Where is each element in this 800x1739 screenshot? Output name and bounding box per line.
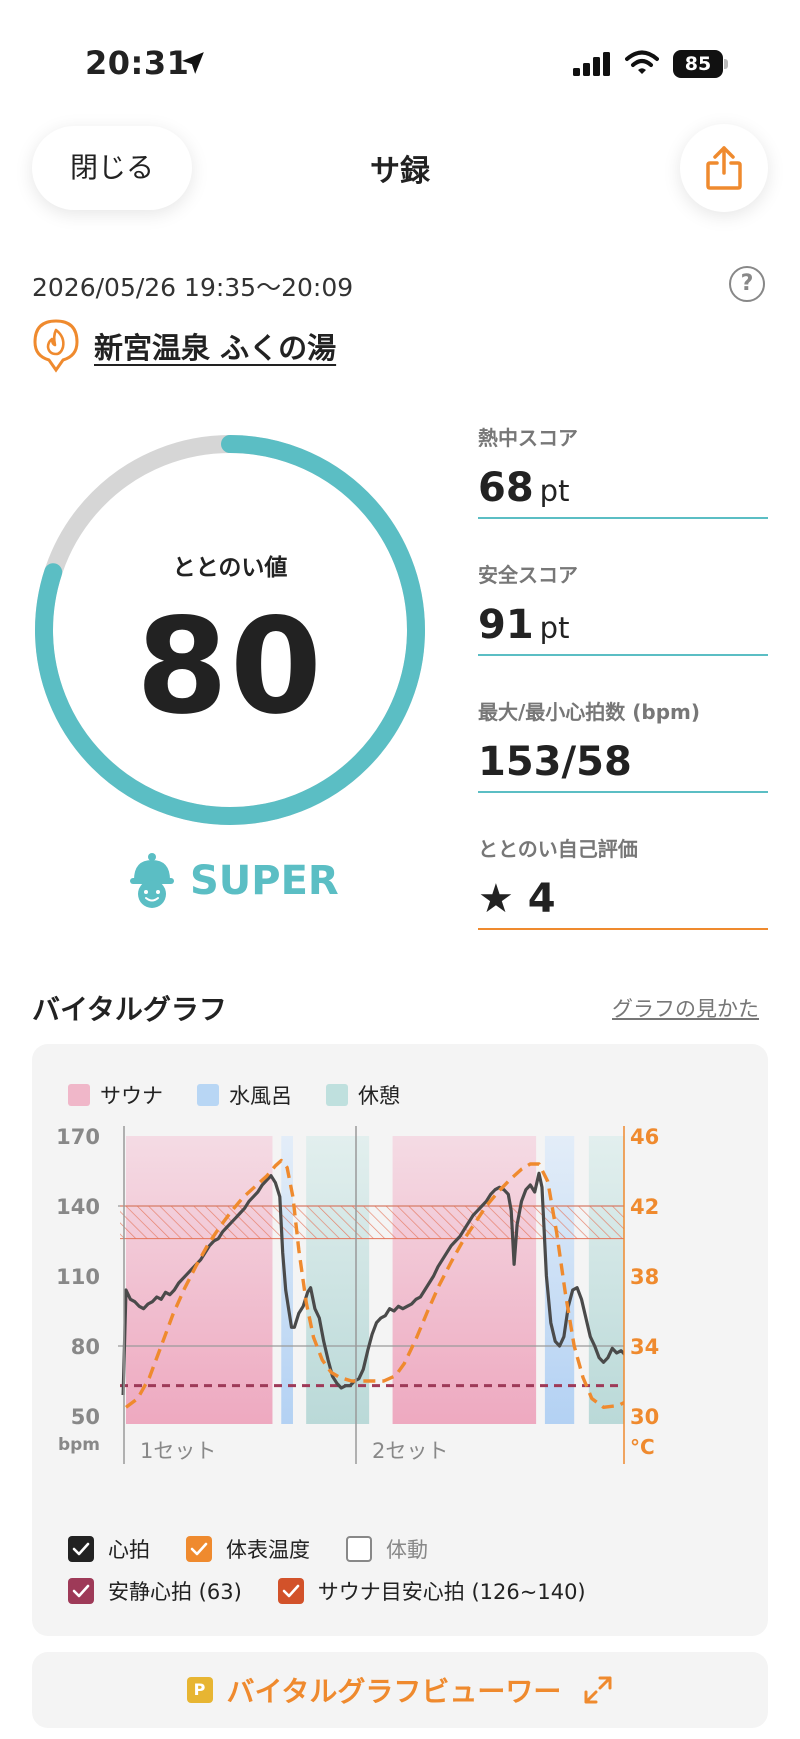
right-tick-label: 38: [630, 1265, 659, 1289]
wifi-icon: [625, 50, 659, 74]
close-button[interactable]: 閉じる: [32, 126, 192, 210]
legend-sauna: サウナ: [68, 1080, 163, 1110]
stat-value: ★ 4: [478, 876, 556, 922]
left-tick-label: 140: [56, 1195, 100, 1219]
stat-safety-score: 安全スコア 91 pt: [478, 559, 768, 656]
left-tick-label: 80: [71, 1335, 100, 1359]
gauge-label: ととのい値: [172, 555, 288, 581]
location-arrow-icon: [182, 52, 204, 74]
legend-swatch: [197, 1084, 219, 1106]
session-datetime: 2026/05/26 19:35～20:09: [32, 273, 354, 302]
vital-graph-viewer-button[interactable]: P バイタルグラフビューワー: [32, 1652, 768, 1728]
facility-name[interactable]: 新宮温泉 ふくの湯: [94, 325, 336, 367]
stat-label: 最大/最小心拍数 (bpm): [478, 700, 701, 724]
left-axis-unit: bpm: [58, 1435, 100, 1455]
share-button[interactable]: [680, 124, 768, 212]
legend-swatch: [326, 1084, 348, 1106]
graph-guide-link[interactable]: グラフの見かた: [612, 993, 759, 1023]
stat-value: 91 pt: [478, 602, 570, 648]
checkbox-heart-rate[interactable]: 心拍: [68, 1534, 150, 1564]
viewer-label: バイタルグラフビューワー: [226, 1675, 562, 1708]
left-tick-label: 50: [71, 1405, 100, 1429]
phase-cold-bath: [544, 1136, 575, 1424]
stat-self-rating[interactable]: ととのい自己評価 ★ 4: [478, 833, 768, 930]
stat-heat-score: 熱中スコア 68 pt: [478, 422, 768, 519]
stat-label: 熱中スコア: [478, 426, 578, 450]
expand-icon: [584, 1676, 612, 1704]
legend-rest: 休憩: [326, 1080, 400, 1110]
right-tick-label: 30: [630, 1405, 659, 1429]
set-label: 2セット: [372, 1439, 448, 1463]
stat-label: 安全スコア: [478, 563, 578, 587]
phase-sauna: [126, 1136, 273, 1424]
phase-legend: サウナ 水風呂 休憩: [68, 1080, 434, 1110]
right-axis-unit: °C: [630, 1435, 655, 1459]
left-tick-label: 110: [56, 1265, 100, 1289]
status-time: 20:31: [85, 44, 190, 82]
checkbox-skin-temperature[interactable]: 体表温度: [186, 1534, 310, 1564]
phase-cold-bath: [281, 1136, 293, 1424]
sauna-target-band: [120, 1206, 624, 1239]
set-label: 1セット: [140, 1439, 216, 1463]
checkbox-body-motion[interactable]: 体動: [346, 1534, 428, 1564]
stat-label: ととのい自己評価: [478, 837, 638, 861]
right-tick-label: 42: [630, 1195, 659, 1219]
checkbox-sauna-target-heart-rate[interactable]: サウナ目安心拍 (126~140): [277, 1576, 586, 1606]
stat-heart-rate: 最大/最小心拍数 (bpm) 153/58: [478, 696, 768, 793]
page-title: サ録: [370, 154, 430, 189]
share-icon: [706, 146, 742, 190]
vital-graph-title: バイタルグラフ: [32, 993, 227, 1026]
sauna-flame-icon: [33, 319, 79, 373]
gauge-value: 80: [136, 590, 324, 744]
legend-cold-bath: 水風呂: [197, 1080, 292, 1110]
stat-value: 68 pt: [478, 465, 570, 511]
vital-chart: 170 140 110 80 50 46 42 38 34 30 bpm °C 1セット 2セット: [56, 1125, 659, 1464]
status-bar: 20:31 85: [0, 0, 800, 110]
legend-swatch: [68, 1084, 90, 1106]
checkbox-resting-heart-rate[interactable]: 安静心拍 (63): [68, 1576, 242, 1606]
left-tick-label: 170: [56, 1125, 100, 1149]
premium-badge: P: [186, 1677, 213, 1703]
cellular-signal-icon: [573, 52, 610, 76]
battery-indicator: 85: [673, 50, 728, 78]
series-toggles: 心拍 体表温度 体動 安静心拍 (63) サウナ目安心拍 (126~140): [68, 1528, 622, 1612]
vital-graph-card: サウナ 水風呂 休憩 170 140 110 80 50 46 42 38 34 30 bpm °C 1…: [32, 1044, 768, 1636]
battery-level: 85: [673, 50, 723, 78]
rank-badge: SUPER: [128, 852, 339, 910]
sauna-hat-character-icon: [130, 853, 174, 908]
facility-link[interactable]: 新宮温泉 ふくの湯: [32, 318, 336, 374]
rank-label: SUPER: [190, 858, 339, 904]
help-icon[interactable]: ?: [729, 266, 765, 302]
phase-sauna: [392, 1136, 537, 1424]
phase-rest: [306, 1136, 370, 1424]
stat-value: 153/58: [478, 739, 632, 785]
phase-rest: [588, 1136, 624, 1424]
right-tick-label: 46: [630, 1125, 659, 1149]
right-tick-label: 34: [630, 1335, 659, 1359]
